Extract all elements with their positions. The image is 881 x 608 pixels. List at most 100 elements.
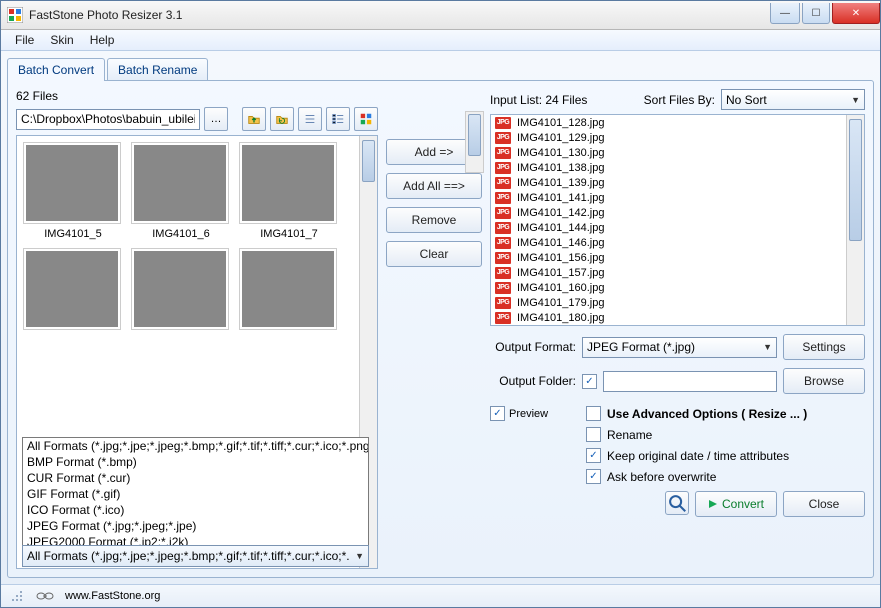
list-item[interactable]: JPGIMG4101_180.jpg	[491, 310, 864, 325]
list-item[interactable]: JPGIMG4101_193.jpg	[491, 325, 864, 326]
add-all-button[interactable]: Add All ==>	[386, 173, 482, 199]
list-item[interactable]: JPGIMG4101_146.jpg	[491, 235, 864, 250]
list-item[interactable]: JPGIMG4101_157.jpg	[491, 265, 864, 280]
folder-refresh-icon	[275, 112, 289, 126]
format-option[interactable]: GIF Format (*.gif)	[23, 486, 368, 502]
list-item[interactable]: JPGIMG4101_144.jpg	[491, 220, 864, 235]
output-folder-input[interactable]	[603, 371, 777, 392]
jpg-icon: JPG	[495, 132, 511, 144]
file-name: IMG4101_128.jpg	[517, 117, 604, 129]
browse-path-button[interactable]: …	[204, 107, 228, 131]
browse-button[interactable]: Browse	[783, 368, 865, 394]
format-option[interactable]: All Formats (*.jpg;*.jpe;*.jpeg;*.bmp;*.…	[23, 438, 368, 454]
list-item[interactable]: JPG IMG4101_139.jpg	[491, 175, 864, 190]
clear-button[interactable]: Clear	[386, 241, 482, 267]
input-file-list[interactable]: JPGIMG4101_128.jpgJPGIMG4101_129.jpgJPGI…	[490, 114, 865, 326]
file-name: IMG4101_139.jpg	[517, 177, 604, 189]
ellipsis-icon: …	[211, 113, 222, 125]
thumbnail-item[interactable]: IMG4101_7	[239, 142, 339, 240]
view-list-button[interactable]	[298, 107, 322, 131]
output-format-value: JPEG Format (*.jpg)	[587, 340, 695, 354]
menu-skin[interactable]: Skin	[42, 30, 81, 50]
input-format-dropdown-list[interactable]: All Formats (*.jpg;*.jpe;*.jpeg;*.bmp;*.…	[22, 437, 369, 547]
client-area: Batch Convert Batch Rename 62 Files …	[1, 51, 880, 584]
main-panel: 62 Files … IMG4101_5 IMG4101_6 IMG4101_7	[7, 80, 874, 578]
file-name: IMG4101_142.jpg	[517, 207, 604, 219]
file-name: IMG4101_157.jpg	[517, 267, 604, 279]
status-url[interactable]: www.FastStone.org	[65, 590, 160, 602]
up-folder-button[interactable]	[242, 107, 266, 131]
output-format-label: Output Format:	[490, 340, 576, 354]
sort-by-label: Sort Files By:	[644, 93, 715, 107]
rename-checkbox[interactable]	[586, 427, 601, 442]
jpg-icon: JPG	[495, 252, 511, 264]
settings-button[interactable]: Settings	[783, 334, 865, 360]
tab-batch-convert[interactable]: Batch Convert	[7, 58, 105, 81]
output-folder-checkbox[interactable]	[582, 374, 597, 389]
sort-by-value: No Sort	[726, 93, 767, 107]
input-format-select[interactable]: All Formats (*.jpg;*.jpe;*.jpeg;*.bmp;*.…	[22, 545, 369, 567]
menu-file[interactable]: File	[7, 30, 42, 50]
list-item[interactable]: JPGIMG4101_130.jpg	[491, 145, 864, 160]
sort-by-select[interactable]: No Sort	[721, 89, 865, 110]
remove-button[interactable]: Remove	[386, 207, 482, 233]
thumbnail-item[interactable]	[23, 248, 123, 334]
file-name: IMG4101_129.jpg	[517, 132, 604, 144]
app-window: FastStone Photo Resizer 3.1 — ☐ ✕ File S…	[0, 0, 881, 608]
file-name: IMG4101_138.jpg	[517, 162, 604, 174]
file-name: IMG4101_179.jpg	[517, 297, 604, 309]
mid-scrollbar[interactable]	[465, 111, 484, 173]
thumbnail-item[interactable]	[239, 248, 339, 334]
preview-box	[490, 427, 576, 517]
filelist-scrollbar[interactable]	[846, 115, 864, 325]
refresh-button[interactable]	[270, 107, 294, 131]
list-item[interactable]: JPGIMG4101_142.jpg	[491, 205, 864, 220]
ask-overwrite-checkbox[interactable]	[586, 469, 601, 484]
keep-date-checkbox[interactable]	[586, 448, 601, 463]
file-name: IMG4101_130.jpg	[517, 147, 604, 159]
jpg-icon: JPG	[495, 177, 511, 189]
folder-up-icon	[247, 112, 261, 126]
jpg-icon: JPG	[495, 192, 511, 204]
thumbnail-item[interactable]	[131, 248, 231, 334]
tabstrip: Batch Convert Batch Rename	[1, 51, 880, 80]
thumbnail-item[interactable]: IMG4101_6	[131, 142, 231, 240]
input-list-label: Input List: 24 Files	[490, 93, 587, 107]
list-item[interactable]: JPGIMG4101_138.jpg	[491, 160, 864, 175]
list-item[interactable]: JPGIMG4101_128.jpg	[491, 115, 864, 130]
jpg-icon: JPG	[495, 237, 511, 249]
preview-label: Preview	[509, 408, 548, 420]
statusbar: www.FastStone.org	[1, 584, 880, 607]
format-option[interactable]: BMP Format (*.bmp)	[23, 454, 368, 470]
format-option[interactable]: ICO Format (*.ico)	[23, 502, 368, 518]
list-item[interactable]: JPGIMG4101_179.jpg	[491, 295, 864, 310]
tab-batch-rename[interactable]: Batch Rename	[107, 58, 208, 81]
preview-checkbox[interactable]	[490, 406, 505, 421]
list-item[interactable]: JPGIMG4101_156.jpg	[491, 250, 864, 265]
view-details-button[interactable]	[326, 107, 350, 131]
convert-button[interactable]: Convert	[695, 491, 777, 517]
advanced-options-checkbox[interactable]	[586, 406, 601, 421]
menu-help[interactable]: Help	[82, 30, 123, 50]
maximize-button[interactable]: ☐	[802, 3, 830, 24]
thumbnail-caption: IMG4101_6	[131, 228, 231, 240]
thumbnail-caption: IMG4101_7	[239, 228, 339, 240]
keep-date-label: Keep original date / time attributes	[607, 449, 789, 463]
jpg-icon: JPG	[495, 282, 511, 294]
output-format-select[interactable]: JPEG Format (*.jpg)	[582, 337, 777, 358]
thumbnail-item[interactable]: IMG4101_5	[23, 142, 123, 240]
list-item[interactable]: JPG IMG4101_129.jpg	[491, 130, 864, 145]
advanced-options-label: Use Advanced Options ( Resize ... )	[607, 407, 807, 421]
minimize-button[interactable]: —	[770, 3, 800, 24]
format-option[interactable]: CUR Format (*.cur)	[23, 470, 368, 486]
menubar: File Skin Help	[1, 30, 880, 51]
close-button[interactable]: Close	[783, 491, 865, 517]
view-thumbnails-button[interactable]	[354, 107, 378, 131]
list-item[interactable]: JPGIMG4101_141.jpg	[491, 190, 864, 205]
preview-zoom-button[interactable]	[665, 491, 689, 515]
list-item[interactable]: JPGIMG4101_160.jpg	[491, 280, 864, 295]
path-input[interactable]	[16, 109, 200, 130]
thumbnail-caption: IMG4101_5	[23, 228, 123, 240]
close-window-button[interactable]: ✕	[832, 3, 880, 24]
format-option[interactable]: JPEG Format (*.jpg;*.jpeg;*.jpe)	[23, 518, 368, 534]
